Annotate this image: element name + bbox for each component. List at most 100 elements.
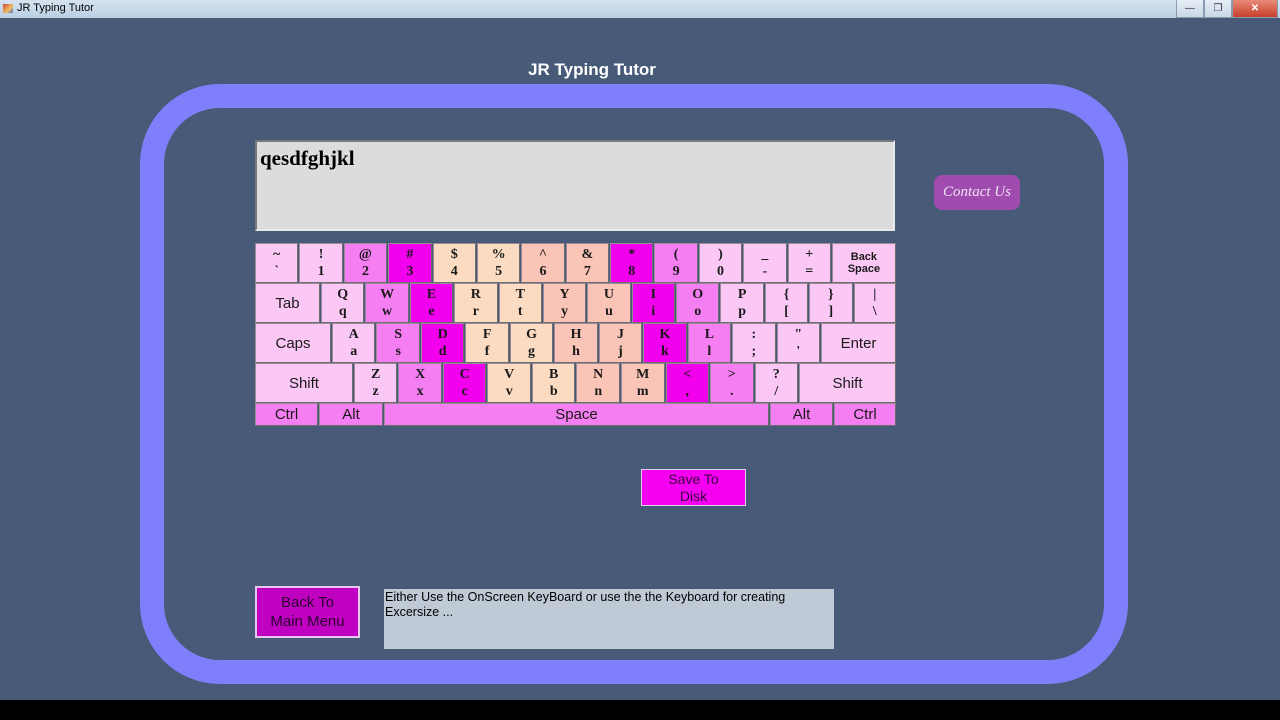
key-shift-char: < [683,367,692,382]
key-symbol[interactable]: ~ ` [255,243,299,283]
key-v[interactable]: Vv [487,363,531,403]
key-symbol[interactable]: :; [732,323,776,363]
key-p[interactable]: Pp [720,283,764,323]
key-0[interactable]: ) 0 [698,243,743,283]
key-r[interactable]: Rr [454,283,498,323]
key-shift-char: C [459,367,470,382]
key-label: Caps [275,334,311,352]
key-space[interactable]: Space [384,403,769,426]
key-tab[interactable]: Tab [255,283,321,323]
key-shift-char: : [751,327,757,342]
key-7[interactable]: & 7 [565,243,609,283]
key-alt[interactable]: Alt [770,403,833,426]
window-title: JR Typing Tutor [17,2,94,14]
key-5[interactable]: % 5 [476,243,521,283]
key-o[interactable]: Oo [676,283,720,323]
key-char: z [372,384,379,399]
key-shift-char: L [704,327,715,342]
app-icon [3,4,13,13]
key-l[interactable]: Ll [687,323,732,363]
page-title: JR Typing Tutor [528,60,656,79]
key-z[interactable]: Zz [353,363,398,403]
key-u[interactable]: Uu [587,283,631,323]
key-3[interactable]: #3 [388,243,432,283]
key-n[interactable]: Nn [576,363,620,403]
key-shift-char: ~ [273,247,281,262]
key-t[interactable]: Tt [498,283,542,323]
key-6[interactable]: ^ 6 [521,243,565,283]
minimize-button[interactable]: — [1176,0,1204,18]
key-symbol[interactable]: ? / [754,363,799,403]
app-window: JR Typing Tutor qesdfghjkl Contact Us ~ `… [0,18,1280,700]
key-i[interactable]: Ii [631,283,676,323]
key-shift[interactable]: Shift [799,363,896,403]
key-1[interactable]: ! 1 [299,243,343,283]
key-char: i [651,304,656,319]
key-e[interactable]: Ee [409,283,454,323]
key-d[interactable]: Dd [420,323,465,363]
key-ctrl[interactable]: Ctrl [834,403,896,426]
key-x[interactable]: Xx [398,363,442,403]
key-9[interactable]: (9 [654,243,698,283]
back-label-line2: Main Menu [270,613,345,630]
key-char: n [594,384,603,399]
key-h[interactable]: Hh [554,323,598,363]
back-to-main-menu-button[interactable]: Back To Main Menu [255,586,360,638]
key-c[interactable]: Cc [442,363,487,403]
key-k[interactable]: Kk [643,323,687,363]
key-a[interactable]: Aa [332,323,376,363]
key-char: - [762,264,768,279]
key-char: j [618,344,623,359]
key-b[interactable]: Bb [531,363,576,403]
key-symbol[interactable]: | \ [853,283,896,323]
keyboard-row: Ctrl Alt Space Alt Ctrl [255,403,897,426]
key-f[interactable]: Ff [465,323,509,363]
key-ctrl[interactable]: Ctrl [255,403,318,426]
key-enter[interactable]: Enter [821,323,897,363]
save-to-disk-button[interactable]: Save To Disk [641,469,746,506]
key-symbol[interactable]: _ - [743,243,787,283]
key-label: Space [555,406,598,423]
key-shift-char: I [650,287,657,302]
key-label: Shift [288,374,319,392]
key-2[interactable]: @2 [343,243,388,283]
key-symbol[interactable]: {[ [764,283,809,323]
close-button[interactable]: ✕ [1232,0,1278,18]
key-shift-char: % [491,247,506,262]
key-shift-char: ! [318,247,324,262]
window-controls: — ❐ ✕ [1176,0,1278,18]
key-8[interactable]: * 8 [610,243,654,283]
key-shift-char: ( [673,247,679,262]
restore-button[interactable]: ❐ [1204,0,1232,18]
key-q[interactable]: Qq [321,283,365,323]
key-shift-char: U [603,287,615,302]
key-symbol[interactable]: " ' [776,323,820,363]
key-shift-char: " [794,327,803,342]
key-symbol[interactable]: >. [710,363,754,403]
key-shift-char: S [394,327,403,342]
key-y[interactable]: Yy [542,283,587,323]
key-g[interactable]: Gg [509,323,554,363]
key-alt[interactable]: Alt [319,403,383,426]
key-char: 2 [361,264,369,279]
exercise-text-area[interactable]: qesdfghjkl [255,140,895,231]
key-caps[interactable]: Caps [255,323,332,363]
key-char: r [472,304,479,319]
keyboard-row: Tab Qq Ww Ee Rr Tt Yy Uu Ii Oo Pp{[}] | \ [255,283,897,323]
key-symbol[interactable]: }] [809,283,853,323]
key-shift-char: } [828,287,834,302]
key-4[interactable]: $4 [432,243,476,283]
key-s[interactable]: Ss [376,323,420,363]
key-w[interactable]: Ww [365,283,409,323]
key-symbol[interactable]: + = [787,243,831,283]
key-m[interactable]: Mm [620,363,665,403]
key-char: u [605,304,613,319]
contact-us-button[interactable]: Contact Us [934,175,1020,210]
key-char: ] [828,304,834,319]
key-shift-char: J [616,327,624,342]
keyboard-row: Caps Aa Ss Dd Ff Gg Hh Jj Kk Ll:; " ' Enter [255,323,897,363]
key-j[interactable]: Jj [598,323,643,363]
key-shift[interactable]: Shift [255,363,353,403]
key-symbol[interactable]: <, [665,363,710,403]
key-backspace[interactable]: Back Space [831,243,896,283]
